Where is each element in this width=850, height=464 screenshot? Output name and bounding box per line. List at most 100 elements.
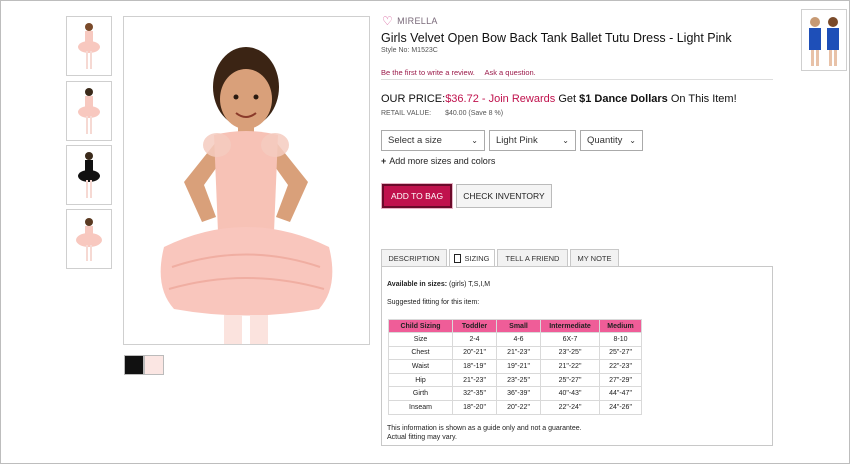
table-cell: 22"-24" [540, 399, 600, 415]
retail-label: RETAIL VALUE: [381, 110, 432, 117]
retail-value: RETAIL VALUE: $40.00 (Save 8 %) [381, 110, 503, 117]
tab-tell-a-friend[interactable]: TELL A FRIEND [497, 249, 568, 267]
thumbnail-black-back[interactable] [66, 145, 112, 205]
divider [381, 79, 773, 80]
thumbnail-pose[interactable] [66, 209, 112, 269]
price-label: OUR PRICE: [381, 93, 446, 105]
header-cell: Child Sizing [388, 319, 453, 333]
disclaimer-line-1: This information is shown as a guide onl… [387, 425, 582, 432]
table-cell: 21"-22" [540, 359, 600, 374]
color-select-value: Light Pink [496, 135, 538, 146]
chevron-down-icon: ⌄ [562, 136, 569, 145]
price-get: Get [555, 93, 580, 105]
check-inventory-button[interactable]: CHECK INVENTORY [456, 184, 552, 208]
color-select[interactable]: Light Pink ⌄ [489, 130, 576, 151]
table-cell: Waist [388, 359, 453, 374]
table-cell: 44"-47" [599, 386, 642, 401]
table-cell: 25"-27" [599, 345, 642, 361]
related-product-image[interactable] [801, 9, 847, 71]
review-links: Be the first to write a review. Ask a qu… [381, 68, 544, 77]
table-cell: 8-10 [599, 332, 642, 347]
brand-name[interactable]: MIRELLA [397, 16, 438, 26]
thumbnail-front[interactable] [66, 16, 112, 76]
tab-tell-a-friend-label: TELL A FRIEND [505, 253, 560, 263]
header-cell: Medium [599, 319, 642, 333]
table-cell: 24"-26" [599, 399, 642, 415]
table-cell: 23"-25" [540, 345, 600, 361]
table-cell: 36"-39" [496, 386, 541, 401]
write-review-link[interactable]: Be the first to write a review. [381, 68, 475, 77]
size-chart-table: Child Sizing Toddler Small Intermediate … [388, 319, 642, 415]
size-chart-header: Child Sizing Toddler Small Intermediate … [388, 319, 642, 333]
ask-question-link[interactable]: Ask a question. [484, 68, 535, 77]
table-row: Girth 32"-35" 36"-39" 40"-43" 44"-47" [388, 386, 642, 401]
tab-description-label: DESCRIPTION [388, 253, 440, 263]
table-cell: 25"-27" [540, 372, 600, 388]
available-sizes: Available in sizes: (girls) T,S,I,M [387, 281, 490, 288]
heart-icon[interactable]: ♡ [382, 15, 393, 27]
disclaimer-line-2: Actual fitting may vary. [387, 434, 457, 441]
header-cell: Toddler [452, 319, 497, 333]
table-row: Waist 18"-19" 19"-21" 21"-22" 22"-23" [388, 359, 642, 374]
add-more-sizes-link[interactable]: + Add more sizes and colors [381, 156, 495, 166]
style-number: Style No: M1523C [381, 47, 438, 54]
header-cell: Intermediate [540, 319, 600, 333]
table-cell: 20"-21" [452, 345, 497, 361]
table-cell: 23"-25" [496, 372, 541, 388]
fitting-disclaimer: This information is shown as a guide onl… [387, 424, 582, 442]
size-select-value: Select a size [388, 135, 442, 146]
retail-amount: $40.00 (Save 8 %) [445, 110, 504, 117]
table-cell: 27"-29" [599, 372, 642, 388]
ruler-icon [454, 253, 462, 263]
table-cell: 19"-21" [496, 359, 541, 374]
available-sizes-value: (girls) T,S,I,M [447, 281, 491, 288]
table-cell: 6X-7 [540, 332, 600, 347]
quantity-select-value: Quantity [587, 135, 623, 146]
add-to-bag-button[interactable]: ADD TO BAG [382, 184, 452, 208]
table-cell: Hip [388, 372, 453, 388]
table-cell: 32"-35" [452, 386, 497, 401]
table-cell: Size [388, 332, 453, 347]
main-product-image[interactable] [123, 16, 370, 345]
table-cell: 21"-23" [496, 345, 541, 361]
price-tail: On This Item! [667, 93, 737, 105]
table-cell: 18"-20" [452, 399, 497, 415]
tab-my-note-label: MY NOTE [577, 253, 612, 263]
suggested-fitting: Suggested fitting for this item: [387, 299, 480, 306]
table-row: Size 2-4 4-6 6X-7 8-10 [388, 332, 642, 347]
color-swatch-black[interactable] [124, 355, 144, 375]
price-line: OUR PRICE:$36.72 - Join Rewards Get $1 D… [381, 93, 737, 105]
table-cell: Girth [388, 386, 453, 401]
table-cell: Inseam [388, 399, 453, 415]
quantity-select[interactable]: Quantity ⌄ [580, 130, 643, 151]
join-rewards-link[interactable]: - Join Rewards [479, 93, 555, 105]
table-cell: 40"-43" [540, 386, 600, 401]
plus-icon: + [381, 156, 387, 166]
tab-description[interactable]: DESCRIPTION [381, 249, 447, 267]
header-cell: Small [496, 319, 541, 333]
thumbnail-back[interactable] [66, 81, 112, 141]
available-sizes-label: Available in sizes: [387, 281, 448, 288]
table-cell: 20"-22" [496, 399, 541, 415]
table-cell: 2-4 [452, 332, 497, 347]
table-cell: 21"-23" [452, 372, 497, 388]
color-swatch-light-pink[interactable] [144, 355, 164, 375]
chevron-down-icon: ⌄ [471, 136, 478, 145]
table-cell: Chest [388, 345, 453, 361]
reward-amount: $1 Dance Dollars [579, 93, 668, 105]
price-amount: $36.72 [445, 93, 479, 105]
table-row: Inseam 18"-20" 20"-22" 22"-24" 24"-26" [388, 399, 642, 415]
tab-sizing[interactable]: SIZING [449, 249, 495, 267]
chevron-down-icon: ⌄ [629, 136, 636, 145]
tab-my-note[interactable]: MY NOTE [570, 249, 619, 267]
table-cell: 4-6 [496, 332, 541, 347]
tab-sizing-label: SIZING [464, 253, 490, 263]
size-select[interactable]: Select a size ⌄ [381, 130, 485, 151]
table-cell: 18"-19" [452, 359, 497, 374]
table-row: Hip 21"-23" 23"-25" 25"-27" 27"-29" [388, 372, 642, 388]
add-more-label: Add more sizes and colors [389, 156, 496, 166]
product-title: Girls Velvet Open Bow Back Tank Ballet T… [381, 31, 732, 45]
table-cell: 22"-23" [599, 359, 642, 374]
brand-row: ♡ MIRELLA [382, 15, 438, 27]
table-row: Chest 20"-21" 21"-23" 23"-25" 25"-27" [388, 345, 642, 361]
